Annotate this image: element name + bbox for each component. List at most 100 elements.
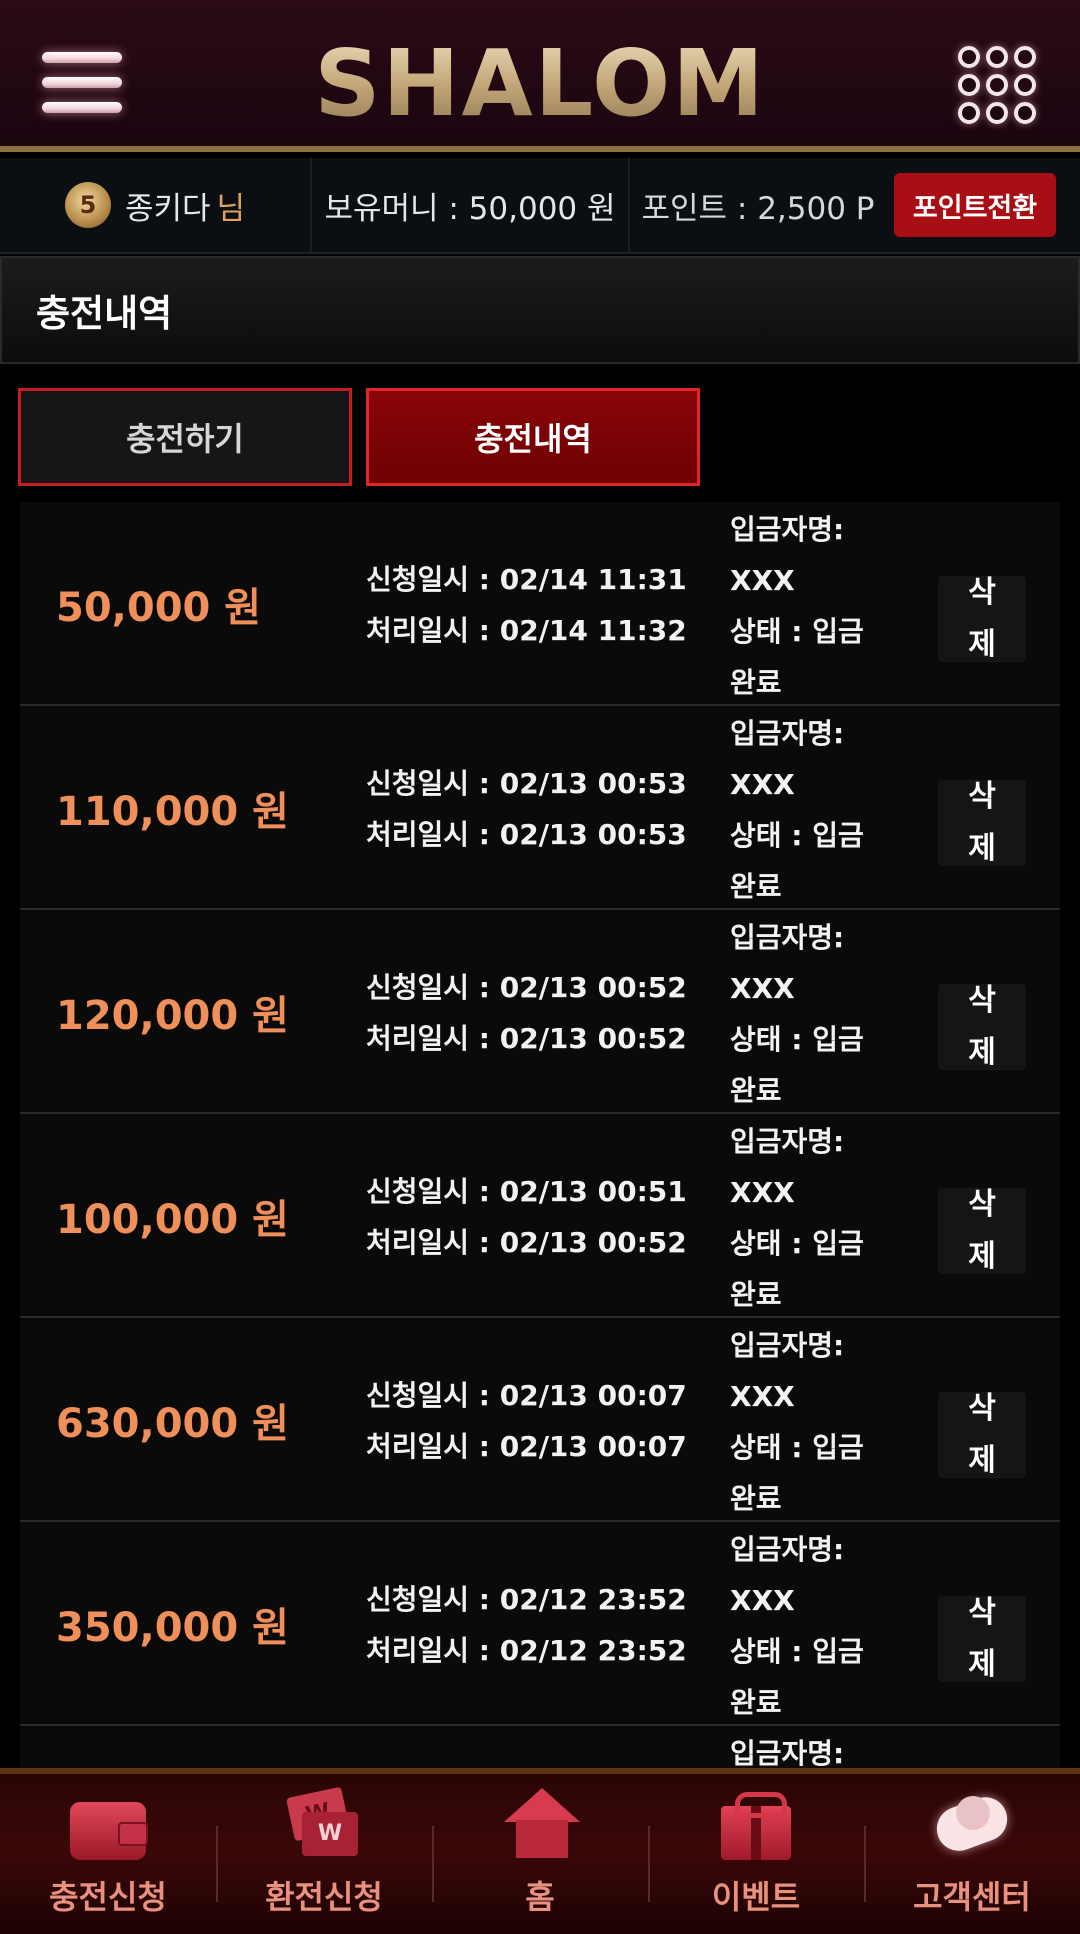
- tab-charge[interactable]: 충전하기: [18, 388, 352, 486]
- row-status-line1: 상태 : 입금: [730, 1227, 864, 1260]
- nav-label: 고객센터: [913, 1878, 1031, 1916]
- row-status-line2: 완료: [730, 1686, 782, 1719]
- row-status: 입금자명: XXX 상태 : 입금 완료: [730, 504, 910, 708]
- row-status: 입금자명: XXX 상태 : 입금 완료: [730, 912, 910, 1116]
- row-status: 입금자명: XXX 상태 : 입금 완료: [730, 708, 910, 912]
- bottom-nav: 충전신청 환전신청 홈 이벤트 고객센터: [0, 1768, 1080, 1934]
- nav-event[interactable]: 이벤트: [648, 1774, 864, 1934]
- delete-button[interactable]: 삭제: [938, 983, 1026, 1070]
- delete-label: 제: [968, 627, 996, 662]
- row-processed: 처리일시 : 02/13 00:07: [366, 1430, 687, 1463]
- row-depositor-label: 입금자명:: [730, 1533, 845, 1566]
- row-amount: 110,000 원: [56, 789, 289, 835]
- charge-history-list: 50,000 원 신청일시 : 02/14 11:31 처리일시 : 02/14…: [20, 502, 1060, 1806]
- row-requested: 신청일시 : 02/13 00:52: [366, 971, 687, 1004]
- row-processed: 처리일시 : 02/13 00:52: [366, 1226, 687, 1259]
- handshake-icon: [932, 1788, 1012, 1860]
- row-depositor: XXX: [730, 564, 795, 597]
- nav-charge-request[interactable]: 충전신청: [0, 1774, 216, 1934]
- row-status-line1: 상태 : 입금: [730, 1431, 864, 1464]
- row-amount: 350,000 원: [56, 1605, 289, 1651]
- row-dates: 신청일시 : 02/12 23:52 처리일시 : 02/12 23:52: [366, 1574, 687, 1676]
- nav-label: 환전신청: [265, 1878, 383, 1916]
- row-status-line1: 상태 : 입금: [730, 615, 864, 648]
- row-processed: 처리일시 : 02/14 11:32: [366, 614, 687, 647]
- row-processed: 처리일시 : 02/12 23:52: [366, 1634, 687, 1667]
- delete-button[interactable]: 삭제: [938, 779, 1026, 866]
- delete-label: 제: [968, 831, 996, 866]
- row-status-line1: 상태 : 입금: [730, 1635, 864, 1668]
- row-requested: 신청일시 : 02/13 00:53: [366, 767, 687, 800]
- row-status-line2: 완료: [730, 870, 782, 903]
- row-depositor-label: 입금자명:: [730, 717, 845, 750]
- exchange-icon: [284, 1788, 364, 1860]
- history-row: 110,000 원 신청일시 : 02/13 00:53 처리일시 : 02/1…: [20, 706, 1060, 910]
- page: SHALOM 5 종키다 님 보유머니 : 50,000 원 포인트 : 2,5…: [0, 0, 1080, 1934]
- row-dates: 신청일시 : 02/13 00:07 처리일시 : 02/13 00:07: [366, 1370, 687, 1472]
- delete-label: 제: [968, 1239, 996, 1274]
- nav-label: 이벤트: [711, 1878, 801, 1916]
- user-suffix: 님: [216, 190, 246, 227]
- row-status-line2: 완료: [730, 666, 782, 699]
- page-title: 충전내역: [0, 256, 1080, 364]
- app-header: SHALOM: [0, 0, 1080, 152]
- nav-label: 충전신청: [49, 1878, 167, 1916]
- row-requested: 신청일시 : 02/12 23:52: [366, 1583, 687, 1616]
- nav-home[interactable]: 홈: [432, 1774, 648, 1934]
- logo[interactable]: SHALOM: [0, 30, 1080, 137]
- row-status-line2: 완료: [730, 1482, 782, 1515]
- delete-label: 제: [968, 1647, 996, 1682]
- delete-label: 제: [968, 1443, 996, 1478]
- delete-label: 삭: [968, 1595, 996, 1630]
- row-dates: 신청일시 : 02/13 00:51 처리일시 : 02/13 00:52: [366, 1166, 687, 1268]
- row-dates: 신청일시 : 02/14 11:31 처리일시 : 02/14 11:32: [366, 554, 687, 656]
- row-status-line2: 완료: [730, 1278, 782, 1311]
- level-badge-icon: 5: [64, 182, 111, 228]
- wallet-icon: [70, 1802, 148, 1860]
- history-row: 50,000 원 신청일시 : 02/14 11:31 처리일시 : 02/14…: [20, 502, 1060, 706]
- row-depositor: XXX: [730, 1380, 795, 1413]
- delete-button[interactable]: 삭제: [938, 575, 1026, 662]
- row-processed: 처리일시 : 02/13 00:52: [366, 1022, 687, 1055]
- row-depositor: XXX: [730, 972, 795, 1005]
- row-amount: 50,000 원: [56, 585, 262, 631]
- user-info: 5 종키다 님: [0, 158, 312, 252]
- row-amount: 630,000 원: [56, 1401, 289, 1447]
- delete-label: 삭: [968, 1187, 996, 1222]
- row-depositor: XXX: [730, 768, 795, 801]
- history-row: 100,000 원 신청일시 : 02/13 00:51 처리일시 : 02/1…: [20, 1114, 1060, 1318]
- nav-exchange-request[interactable]: 환전신청: [216, 1774, 432, 1934]
- delete-label: 삭: [968, 575, 996, 610]
- gift-icon: [721, 1792, 791, 1860]
- row-requested: 신청일시 : 02/14 11:31: [366, 563, 687, 596]
- point-balance: 포인트 : 2,500 P: [641, 190, 875, 227]
- nav-customer-center[interactable]: 고객센터: [864, 1774, 1080, 1934]
- delete-button[interactable]: 삭제: [938, 1595, 1026, 1682]
- history-row: 120,000 원 신청일시 : 02/13 00:52 처리일시 : 02/1…: [20, 910, 1060, 1114]
- home-icon: [500, 1788, 580, 1860]
- user-info-bar: 5 종키다 님 보유머니 : 50,000 원 포인트 : 2,500 P 포인…: [0, 158, 1080, 254]
- row-requested: 신청일시 : 02/13 00:07: [366, 1379, 687, 1412]
- row-depositor-label: 입금자명:: [730, 921, 845, 954]
- row-depositor-label: 입금자명:: [730, 1125, 845, 1158]
- grid-menu-icon[interactable]: [958, 46, 1038, 126]
- delete-button[interactable]: 삭제: [938, 1187, 1026, 1274]
- row-depositor-label: 입금자명:: [730, 1329, 845, 1362]
- row-requested: 신청일시 : 02/13 00:51: [366, 1175, 687, 1208]
- row-status-line1: 상태 : 입금: [730, 1023, 864, 1056]
- row-status-line1: 상태 : 입금: [730, 819, 864, 852]
- row-status: 입금자명: XXX 상태 : 입금 완료: [730, 1320, 910, 1524]
- delete-button[interactable]: 삭제: [938, 1391, 1026, 1478]
- tab-history[interactable]: 충전내역: [366, 388, 700, 486]
- row-depositor-label: 입금자명:: [730, 513, 845, 546]
- row-dates: 신청일시 : 02/13 00:53 처리일시 : 02/13 00:53: [366, 758, 687, 860]
- point-convert-button[interactable]: 포인트전환: [894, 173, 1056, 237]
- money-balance: 보유머니 : 50,000 원: [312, 158, 630, 252]
- row-amount: 100,000 원: [56, 1197, 289, 1243]
- row-depositor: XXX: [730, 1584, 795, 1617]
- user-name: 종키다: [124, 190, 211, 227]
- row-status: 입금자명: XXX 상태 : 입금 완료: [730, 1116, 910, 1320]
- row-dates: 신청일시 : 02/13 00:52 처리일시 : 02/13 00:52: [366, 962, 687, 1064]
- delete-label: 삭: [968, 779, 996, 814]
- history-row: 350,000 원 신청일시 : 02/12 23:52 처리일시 : 02/1…: [20, 1522, 1060, 1726]
